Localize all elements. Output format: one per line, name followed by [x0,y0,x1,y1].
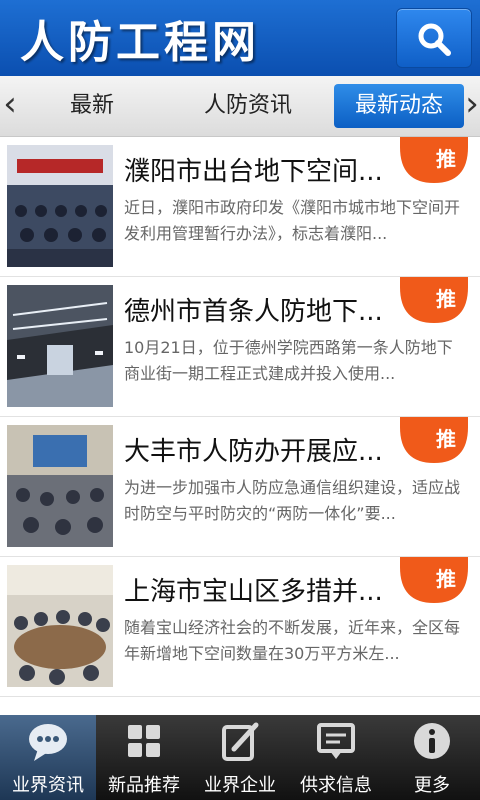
recommend-badge-label: 推 [436,287,456,311]
nav-label: 业界企业 [204,775,276,796]
app-header: 人防工程网 [0,0,480,76]
article-summary: 为进一步加强市人防应急通信组织建设，适应战时防空与平时防灾的“两防一体化”要..… [124,478,461,523]
recommend-badge-label: 推 [436,567,456,591]
chat-bubble-icon [29,724,67,761]
grid-icon [128,725,160,757]
nav-new-products[interactable]: 新品推荐 [96,715,192,800]
article-summary: 近日，濮阳市政府印发《濮阳市城市地下空间开发利用管理暂行办法》，标志着濮阳... [124,198,461,243]
nav-industry-news[interactable]: 业界资讯 [0,715,96,800]
recommend-badge-label: 推 [436,147,456,171]
nav-label: 新品推荐 [108,775,180,796]
recommend-badge-icon [400,277,468,323]
tab-latest-updates[interactable]: 最新动态 [334,84,464,128]
nav-label: 业界资讯 [12,775,84,796]
nav-more[interactable]: 更多 [384,715,480,800]
category-tabbar: ‹ 最新 人防资讯 最新动态 › [0,76,480,137]
tab-scroll-left-icon[interactable]: ‹ [2,76,18,136]
recommend-badge-icon [400,557,468,603]
list-item[interactable]: 濮阳市出台地下空间... 近日，濮阳市政府印发《濮阳市城市地下空间开发利用管理暂… [0,137,480,277]
article-thumbnail [7,285,113,407]
edit-icon [222,722,259,761]
message-icon [317,723,355,759]
tab-scroll-right-icon[interactable]: › [464,76,480,136]
nav-label: 供求信息 [300,775,372,796]
list-item[interactable]: 上海市宝山区多措并... 随着宝山经济社会的不断发展，近年来，全区每年新增地下空… [0,557,480,697]
recommend-badge-label: 推 [436,427,456,451]
list-item[interactable]: 大丰市人防办开展应... 为进一步加强市人防应急通信组织建设，适应战时防空与平时… [0,417,480,557]
article-summary: 随着宝山经济社会的不断发展，近年来，全区每年新增地下空间数量在30万平方米左..… [124,618,461,663]
recommend-badge-icon [400,137,468,183]
info-icon [414,723,450,759]
list-item[interactable]: 德州市首条人防地下... 10月21日，位于德州学院西路第一条人防地下商业街一期… [0,277,480,417]
tab-latest[interactable]: 最新 [38,84,146,128]
app-title: 人防工程网 [20,17,260,68]
article-thumbnail [7,145,113,267]
search-button[interactable] [396,8,472,68]
article-summary: 10月21日，位于德州学院西路第一条人防地下商业街一期工程正式建成并投入使用..… [124,338,453,383]
nav-supply-demand[interactable]: 供求信息 [288,715,384,800]
article-list: 濮阳市出台地下空间... 近日，濮阳市政府印发《濮阳市城市地下空间开发利用管理暂… [0,137,480,715]
bottom-navigation: 业界资讯 新品推荐 业界企业 供求信息 更多 [0,715,480,800]
nav-label: 更多 [414,775,450,796]
article-thumbnail [7,425,113,547]
recommend-badge-icon [400,417,468,463]
nav-industry-companies[interactable]: 业界企业 [192,715,288,800]
tab-civil-defense-news[interactable]: 人防资讯 [186,84,310,128]
article-thumbnail [7,565,113,687]
search-icon [418,23,451,56]
